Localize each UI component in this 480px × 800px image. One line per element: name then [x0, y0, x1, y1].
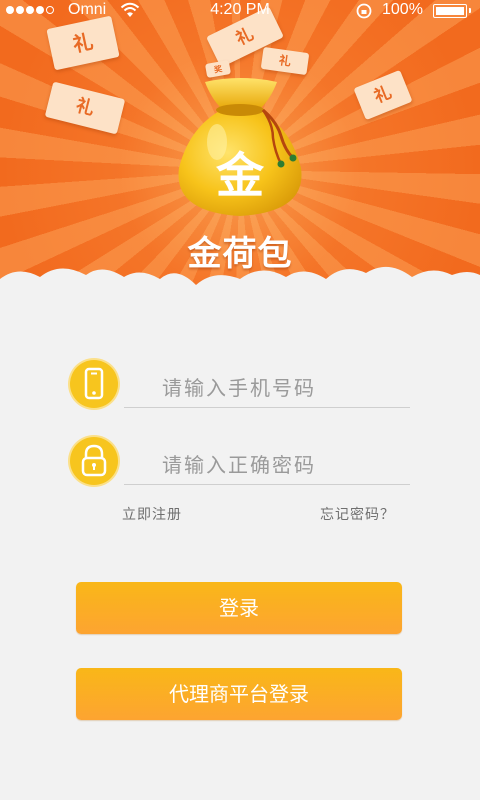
register-link[interactable]: 立即注册 [122, 504, 182, 524]
hero-banner: 礼 礼 礼 礼 礼 奖 金 金荷包 [0, 0, 480, 305]
money-bag-icon: 金 [178, 78, 302, 216]
status-bar: Omni 4:20 PM 100% [0, 0, 480, 22]
phone-icon [70, 360, 118, 408]
phone-input[interactable] [124, 368, 410, 408]
agent-login-button[interactable]: 代理商平台登录 [76, 668, 402, 720]
rotation-lock-icon [356, 3, 372, 19]
login-button[interactable]: 登录 [76, 582, 402, 634]
bag-char: 金 [215, 148, 265, 204]
lock-icon [70, 437, 118, 485]
password-field [70, 437, 412, 493]
battery-percent: 100% [382, 1, 423, 18]
phone-field [70, 360, 412, 416]
battery-icon [433, 4, 471, 18]
password-input[interactable] [124, 445, 410, 485]
forgot-password-link[interactable]: 忘记密码？ [320, 504, 395, 524]
cloud-divider [0, 267, 480, 305]
